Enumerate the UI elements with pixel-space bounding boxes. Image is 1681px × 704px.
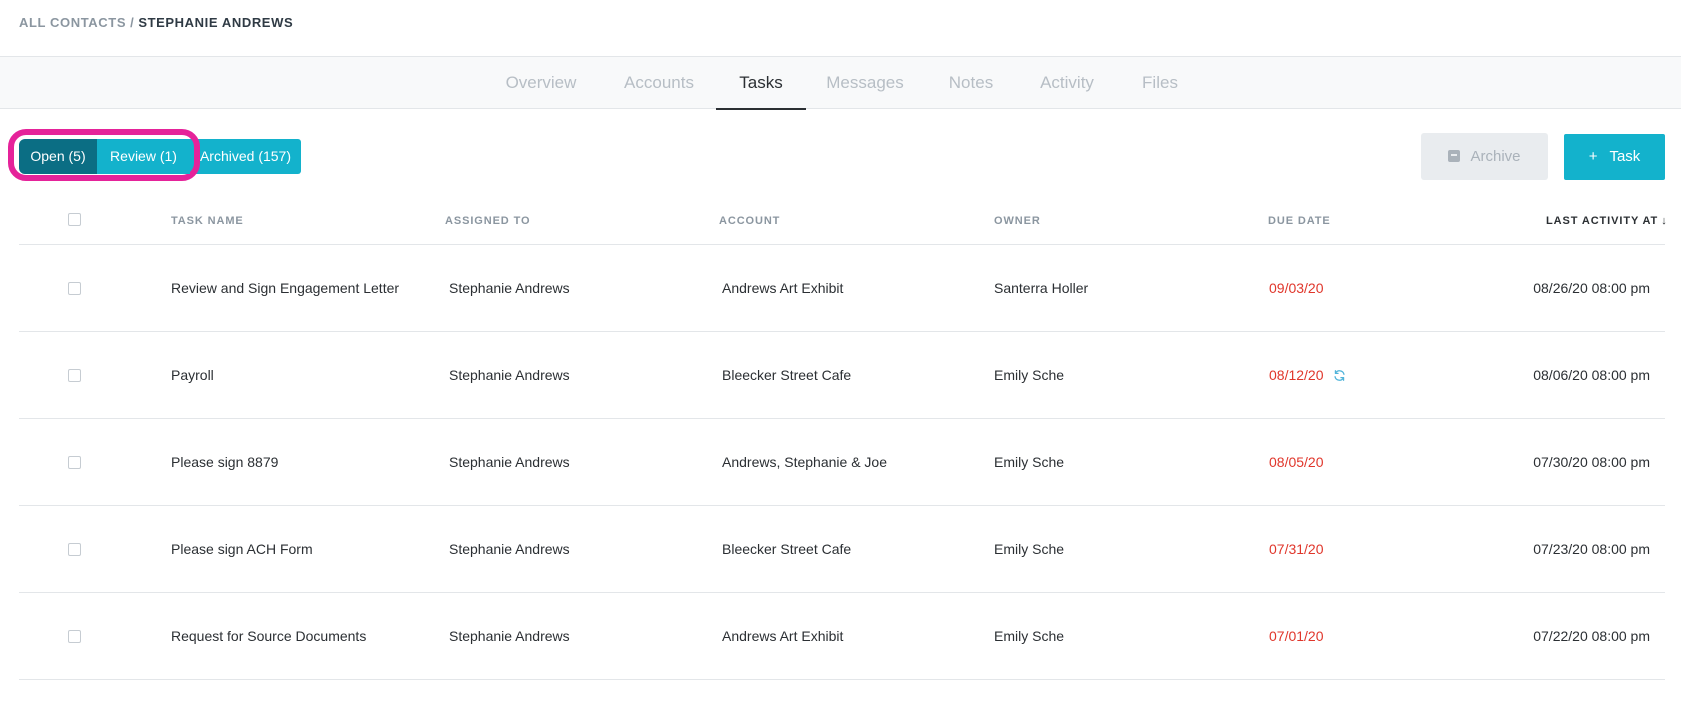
table-row[interactable]: Review and Sign Engagement Letter Stepha…: [19, 245, 1665, 332]
cell-account: Bleecker Street Cafe: [722, 367, 852, 383]
cell-last-activity: 07/30/20 08:00 pm: [1533, 454, 1650, 470]
cell-owner: Santerra Holler: [994, 280, 1089, 296]
column-header-last-activity-label: LAST ACTIVITY AT: [1546, 215, 1659, 227]
plus-icon: +: [1588, 148, 1598, 165]
cell-account: Bleecker Street Cafe: [722, 541, 852, 557]
cell-due-date: 09/03/20: [1269, 280, 1324, 296]
tab-accounts[interactable]: Accounts: [614, 57, 704, 110]
row-checkbox[interactable]: [68, 369, 81, 382]
tab-messages[interactable]: Messages: [820, 57, 910, 110]
tab-activity[interactable]: Activity: [1022, 57, 1112, 110]
cell-last-activity: 08/06/20 08:00 pm: [1533, 367, 1650, 383]
cell-task-name[interactable]: Request for Source Documents: [171, 628, 366, 644]
tab-files[interactable]: Files: [1115, 57, 1205, 110]
contact-tab-bar: Overview Accounts Tasks Messages Notes A…: [0, 56, 1681, 110]
filter-open-button[interactable]: Open (5): [19, 139, 97, 174]
breadcrumb-current-contact: STEPHANIE ANDREWS: [138, 15, 294, 30]
cell-task-name[interactable]: Please sign ACH Form: [171, 541, 313, 557]
row-checkbox[interactable]: [68, 543, 81, 556]
select-all-checkbox[interactable]: [68, 213, 81, 226]
cell-last-activity: 07/22/20 08:00 pm: [1533, 628, 1650, 644]
column-header-last-activity[interactable]: LAST ACTIVITY AT ↓: [1546, 215, 1668, 227]
row-checkbox[interactable]: [68, 630, 81, 643]
cell-owner: Emily Sche: [994, 367, 1065, 383]
archive-box-icon: [1448, 150, 1461, 162]
row-checkbox[interactable]: [68, 456, 81, 469]
cell-assigned-to: Stephanie Andrews: [449, 541, 570, 557]
breadcrumb-all-contacts-link[interactable]: ALL CONTACTS: [19, 15, 126, 30]
cell-owner: Emily Sche: [994, 628, 1065, 644]
cell-last-activity: 07/23/20 08:00 pm: [1533, 541, 1650, 557]
column-header-due-date[interactable]: DUE DATE: [1268, 215, 1331, 227]
breadcrumb-separator: /: [130, 15, 135, 30]
cell-due-date: 07/01/20: [1269, 628, 1324, 644]
column-header-account[interactable]: ACCOUNT: [719, 215, 780, 227]
add-task-button-label: Task: [1609, 148, 1641, 165]
cell-assigned-to: Stephanie Andrews: [449, 628, 570, 644]
cell-account: Andrews, Stephanie & Joe: [722, 454, 887, 470]
add-task-button[interactable]: + Task: [1564, 134, 1665, 180]
cell-assigned-to: Stephanie Andrews: [449, 367, 570, 383]
tab-overview[interactable]: Overview: [496, 57, 586, 110]
cell-due-date: 07/31/20: [1269, 541, 1324, 557]
cell-due-date-value: 08/12/20: [1269, 367, 1324, 383]
cell-owner: Emily Sche: [994, 454, 1065, 470]
tab-notes[interactable]: Notes: [926, 57, 1016, 110]
archive-button-label: Archive: [1470, 148, 1521, 165]
column-header-assigned-to[interactable]: ASSIGNED TO: [445, 215, 531, 227]
cell-account: Andrews Art Exhibit: [722, 628, 844, 644]
cell-task-name[interactable]: Review and Sign Engagement Letter: [171, 280, 399, 296]
cell-assigned-to: Stephanie Andrews: [449, 280, 570, 296]
cell-last-activity: 08/26/20 08:00 pm: [1533, 280, 1650, 296]
archive-button[interactable]: Archive: [1421, 133, 1548, 180]
tab-tasks[interactable]: Tasks: [716, 57, 806, 110]
filter-review-button[interactable]: Review (1): [97, 139, 190, 174]
cell-due-date: 08/12/20: [1269, 367, 1346, 383]
table-row[interactable]: Please sign ACH Form Stephanie Andrews B…: [19, 506, 1665, 593]
row-checkbox[interactable]: [68, 282, 81, 295]
breadcrumb: ALL CONTACTS / STEPHANIE ANDREWS: [19, 15, 293, 30]
filter-archived-button[interactable]: Archived (157): [190, 139, 301, 174]
recurring-sync-icon: [1333, 370, 1345, 381]
cell-due-date: 08/05/20: [1269, 454, 1324, 470]
sort-descending-icon: ↓: [1661, 215, 1668, 227]
table-row[interactable]: Request for Source Documents Stephanie A…: [19, 593, 1665, 680]
cell-task-name[interactable]: Please sign 8879: [171, 454, 278, 470]
table-row[interactable]: Please sign 8879 Stephanie Andrews Andre…: [19, 419, 1665, 506]
cell-owner: Emily Sche: [994, 541, 1065, 557]
cell-task-name[interactable]: Payroll: [171, 367, 214, 383]
table-row[interactable]: Payroll Stephanie Andrews Bleecker Stree…: [19, 332, 1665, 419]
cell-assigned-to: Stephanie Andrews: [449, 454, 570, 470]
column-header-owner[interactable]: OWNER: [994, 215, 1041, 227]
cell-account: Andrews Art Exhibit: [722, 280, 844, 296]
column-header-task-name[interactable]: TASK NAME: [171, 215, 244, 227]
